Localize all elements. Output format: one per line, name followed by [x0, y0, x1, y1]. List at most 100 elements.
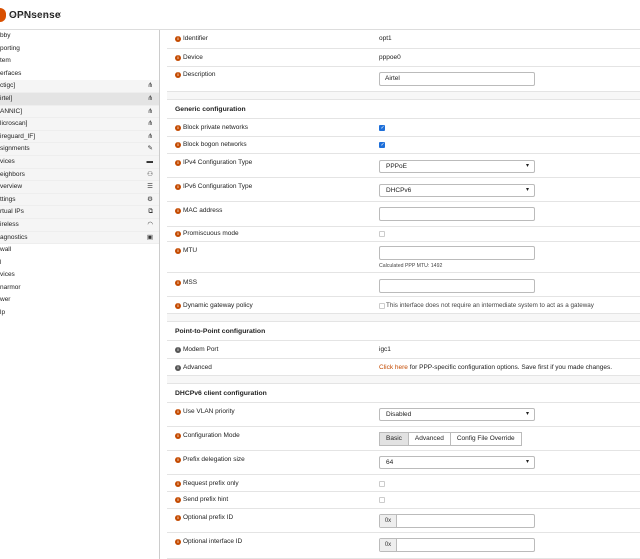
info-icon[interactable]: i: [175, 36, 181, 42]
sidebar-item-icon: ⧉: [148, 208, 153, 216]
row-mss: i MSS: [167, 273, 640, 297]
sidebar-item-icon: ▣: [146, 233, 153, 241]
info-icon[interactable]: i: [175, 184, 181, 190]
sidebar-item[interactable]: narmor: [0, 282, 159, 295]
info-icon[interactable]: i: [175, 515, 181, 521]
row-ipv6-type: i IPv6 Configuration Type DHCPv6 ▾: [167, 178, 640, 202]
sidebar-item[interactable]: eighbors ⚇: [0, 168, 159, 182]
sidebar-item-label: vices: [0, 271, 15, 279]
info-icon[interactable]: i: [175, 248, 181, 254]
vlan-priority-value: Disabled: [386, 411, 412, 418]
info-icon[interactable]: i: [175, 55, 181, 61]
info-icon[interactable]: i: [175, 481, 181, 487]
collapse-sidebar-icon[interactable]: ‹: [58, 9, 61, 20]
block-private-checkbox[interactable]: [379, 125, 385, 131]
row-promisc: i Promiscuous mode: [167, 227, 640, 242]
sidebar-item[interactable]: ANNIC] ⋔: [0, 105, 159, 119]
sidebar: bby porting tem erfaces ctigc] ⋔ irtel] ⋔ ANNIC]…: [0, 30, 160, 559]
sidebar-item[interactable]: wer: [0, 294, 159, 307]
info-icon[interactable]: i: [175, 365, 181, 371]
section-title: Point-to-Point configuration: [175, 328, 266, 335]
mode-advanced-button[interactable]: Advanced: [407, 432, 451, 446]
mode-basic-button[interactable]: Basic: [379, 432, 409, 446]
sidebar-item[interactable]: wall: [0, 244, 159, 257]
vlan-priority-select[interactable]: Disabled ▾: [379, 408, 535, 421]
mtu-input[interactable]: [379, 246, 535, 260]
sidebar-item[interactable]: ireless ◠: [0, 218, 159, 232]
row-device: i Device pppoe0: [167, 49, 640, 67]
sidebar-item[interactable]: irtel] ⋔: [0, 92, 159, 106]
row-ipv4-type: i IPv4 Configuration Type PPPoE ▾: [167, 154, 640, 178]
info-icon[interactable]: i: [175, 433, 181, 439]
sidebar-item[interactable]: l: [0, 257, 159, 270]
ipv4-type-select[interactable]: PPPoE ▾: [379, 160, 535, 173]
ppp-config-link[interactable]: Click here: [379, 364, 408, 371]
mac-input[interactable]: [379, 207, 535, 221]
sidebar-item-label: licroscan]: [0, 120, 28, 128]
sidebar-item[interactable]: signments ✎: [0, 143, 159, 156]
ipv4-type-value: PPPoE: [386, 163, 407, 170]
mss-input[interactable]: [379, 279, 535, 293]
row-dynamic-gateway: i Dynamic gateway policy This interface d…: [167, 297, 640, 314]
dhcp6-config-header: DHCPv6 client configuration: [167, 383, 640, 403]
sidebar-item[interactable]: verview ☰: [0, 181, 159, 194]
sidebar-item-icon: ⚙: [147, 195, 153, 203]
info-icon[interactable]: i: [175, 231, 181, 237]
description-input[interactable]: Airtel: [379, 72, 535, 86]
hex-prefix: 0x: [380, 515, 397, 527]
section-gap: [167, 92, 640, 99]
sidebar-item[interactable]: porting: [0, 43, 159, 56]
advanced-text: Click here for PPP-specific configuratio…: [379, 364, 612, 371]
dyn-gw-checkbox[interactable]: [379, 303, 385, 309]
info-icon[interactable]: i: [175, 160, 181, 166]
info-icon[interactable]: i: [175, 72, 181, 78]
sidebar-item[interactable]: lp: [0, 307, 159, 320]
info-icon[interactable]: i: [175, 125, 181, 131]
opt-iface-id-input[interactable]: 0x: [379, 538, 535, 552]
sidebar-item[interactable]: ctigc] ⋔: [0, 80, 159, 93]
sidebar-item[interactable]: ireguard_IF] ⋔: [0, 130, 159, 144]
ipv4-type-label: i IPv4 Configuration Type: [175, 159, 252, 166]
sidebar-item[interactable]: vices: [0, 269, 159, 282]
req-prefix-label: i Request prefix only: [175, 480, 239, 487]
info-icon[interactable]: i: [175, 142, 181, 148]
identifier-value: opt1: [379, 35, 392, 42]
info-icon[interactable]: i: [175, 409, 181, 415]
info-icon[interactable]: i: [175, 303, 181, 309]
sidebar-item-label: lp: [0, 309, 6, 317]
promisc-checkbox[interactable]: [379, 231, 385, 237]
info-icon[interactable]: i: [175, 497, 181, 503]
info-icon[interactable]: i: [175, 208, 181, 214]
sidebar-item-label: narmor: [0, 283, 21, 291]
send-hint-checkbox[interactable]: [379, 497, 385, 503]
sidebar-item[interactable]: agnostics ▣: [0, 231, 159, 245]
info-icon[interactable]: i: [175, 347, 181, 353]
sidebar-item[interactable]: ttings ⚙: [0, 193, 159, 207]
info-icon[interactable]: i: [175, 539, 181, 545]
sidebar-item[interactable]: vices ▬: [0, 155, 159, 169]
sidebar-item[interactable]: tem: [0, 55, 159, 68]
sidebar-item-label: ireguard_IF]: [0, 132, 36, 140]
info-icon[interactable]: i: [175, 280, 181, 286]
interface-form: i Identifier opt1 i Device pppoe0 i Descrip…: [167, 30, 640, 559]
section-gap: [167, 376, 640, 383]
sidebar-item[interactable]: rtual IPs ⧉: [0, 206, 159, 219]
mode-override-button[interactable]: Config File Override: [449, 432, 522, 446]
chevron-down-icon: ▾: [525, 459, 529, 465]
req-prefix-checkbox[interactable]: [379, 481, 385, 487]
opt-prefix-id-input[interactable]: 0x: [379, 514, 535, 528]
sidebar-item-label: agnostics: [0, 233, 28, 241]
sidebar-item-label: vices: [0, 157, 15, 165]
row-description: i Description Airtel: [167, 67, 640, 92]
info-icon[interactable]: i: [175, 457, 181, 463]
block-bogon-checkbox[interactable]: [379, 142, 385, 148]
identifier-label: i Identifier: [175, 35, 208, 42]
sidebar-item[interactable]: bby: [0, 30, 159, 43]
row-block-private: i Block private networks: [167, 119, 640, 137]
sidebar-item[interactable]: licroscan] ⋔: [0, 118, 159, 131]
sidebar-item-label: irtel]: [0, 94, 13, 102]
prefix-size-select[interactable]: 64 ▾: [379, 456, 535, 469]
block-private-label: i Block private networks: [175, 124, 248, 131]
ipv6-type-select[interactable]: DHCPv6 ▾: [379, 184, 535, 197]
sidebar-item[interactable]: erfaces: [0, 68, 159, 81]
